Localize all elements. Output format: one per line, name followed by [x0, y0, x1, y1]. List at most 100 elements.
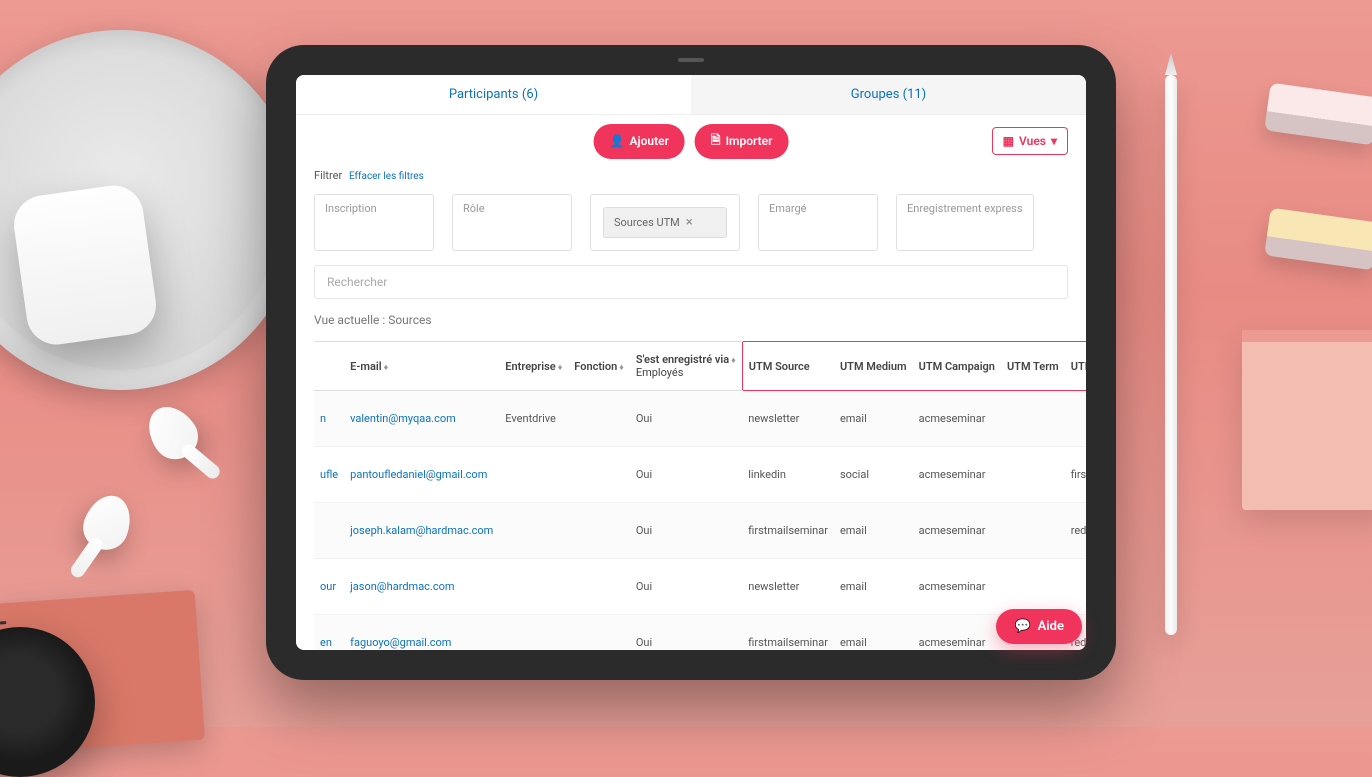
grid-icon: ▦ — [1003, 134, 1014, 148]
eraser-yellow — [1264, 208, 1372, 271]
cell-via: Oui — [630, 503, 742, 559]
email-link[interactable]: valentin@myqaa.com — [350, 412, 456, 425]
cell-utm-content: firstpost — [1065, 447, 1086, 503]
close-icon[interactable]: × — [686, 215, 693, 230]
chip-emarge[interactable]: Emargé — [758, 194, 878, 251]
user-plus-icon: 👤 — [610, 134, 625, 148]
cell-email: faguoyo@gmail.com — [344, 615, 499, 651]
chip-express[interactable]: Enregistrement express — [896, 194, 1034, 251]
col-utm-medium[interactable]: UTM Medium — [834, 342, 913, 391]
cell-utm-term — [1001, 559, 1065, 615]
col-utm-campaign[interactable]: UTM Campaign — [913, 342, 1001, 391]
table-row[interactable]: ourjason@hardmac.comOuinewsletteremailac… — [314, 559, 1086, 615]
row-prefix: our — [314, 559, 344, 615]
participants-table: E-mail♦ Entreprise♦ Fonction♦ S'est enre… — [314, 341, 1086, 650]
cell-email: valentin@myqaa.com — [344, 391, 499, 447]
sort-icon: ♦ — [384, 363, 389, 373]
chip-sources-utm-label: Sources UTM — [614, 216, 680, 229]
cell-utm-content — [1065, 559, 1086, 615]
col-entreprise[interactable]: Entreprise♦ — [499, 342, 568, 391]
sort-icon: ♦ — [619, 363, 624, 373]
cell-fonction — [568, 503, 630, 559]
cell-utm-source: firstmailseminar — [742, 615, 834, 651]
cell-entreprise: Eventdrive — [499, 391, 568, 447]
cell-email: pantoufledaniel@gmail.com — [344, 447, 499, 503]
cell-utm-source: linkedin — [742, 447, 834, 503]
row-prefix: en — [314, 615, 344, 651]
col-registered-via[interactable]: S'est enregistré via♦Employés — [630, 342, 742, 391]
table-row[interactable]: joseph.kalam@hardmac.com Ouifirstmailsemi… — [314, 503, 1086, 559]
airpod-right — [77, 489, 138, 556]
cell-entreprise — [499, 503, 568, 559]
col-utm-content[interactable]: UTM Content — [1065, 342, 1086, 391]
row-prefix: n — [314, 391, 344, 447]
import-button[interactable]: 🗎 Importer — [695, 124, 789, 159]
cell-via: Oui — [630, 447, 742, 503]
current-view-name: Sources — [388, 313, 431, 327]
toolbar: 👤 Ajouter 🗎 Importer ▦ Vues ▾ — [296, 115, 1086, 167]
cell-via: Oui — [630, 559, 742, 615]
cell-entreprise — [499, 615, 568, 651]
chip-inscription[interactable]: Inscription — [314, 194, 434, 251]
cell-utm-content — [1065, 391, 1086, 447]
current-view: Vue actuelle : Sources — [296, 303, 1086, 341]
cell-utm-term — [1001, 391, 1065, 447]
cell-utm-medium: email — [834, 503, 913, 559]
chip-sources-wrap: Sources UTM × — [590, 194, 740, 251]
cell-via: Oui — [630, 391, 742, 447]
file-icon: 🗎 — [711, 131, 721, 152]
col-email[interactable]: E-mail♦ — [344, 342, 499, 391]
filter-label: Filtrer — [314, 169, 342, 182]
eraser-pink — [1264, 83, 1372, 146]
help-label: Aide — [1038, 619, 1064, 634]
cell-utm-medium: email — [834, 559, 913, 615]
cell-utm-source: newsletter — [742, 559, 834, 615]
cell-email: jason@hardmac.com — [344, 559, 499, 615]
cell-fonction — [568, 615, 630, 651]
filter-row: Filtrer Effacer les filtres — [296, 167, 1086, 190]
cell-utm-medium: email — [834, 391, 913, 447]
chat-icon: 💬 — [1014, 619, 1030, 634]
cell-utm-medium: social — [834, 447, 913, 503]
cell-utm-campaign: acmeseminar — [913, 503, 1001, 559]
row-prefix: ufle — [314, 447, 344, 503]
airpods-case — [10, 182, 160, 349]
add-button[interactable]: 👤 Ajouter — [594, 124, 685, 159]
cell-entreprise — [499, 447, 568, 503]
sticky-notes — [1242, 330, 1372, 510]
cell-utm-medium: email — [834, 615, 913, 651]
cell-fonction — [568, 447, 630, 503]
import-button-label: Importer — [726, 134, 773, 148]
table-row[interactable]: n valentin@myqaa.com Eventdrive Ouinewslett… — [314, 391, 1086, 447]
col-fonction[interactable]: Fonction♦ — [568, 342, 630, 391]
stylus — [1165, 75, 1177, 635]
col-utm-term[interactable]: UTM Term — [1001, 342, 1065, 391]
search-input[interactable]: Rechercher — [314, 265, 1068, 299]
current-view-prefix: Vue actuelle : — [314, 313, 388, 327]
tab-groups[interactable]: Groupes (11) — [691, 75, 1086, 114]
cell-utm-source: newsletter — [742, 391, 834, 447]
cell-utm-source: firstmailseminar — [742, 503, 834, 559]
email-link[interactable]: faguoyo@gmail.com — [350, 636, 451, 649]
email-link[interactable]: jason@hardmac.com — [350, 580, 454, 593]
views-button-label: Vues — [1019, 134, 1046, 148]
clear-filters-link[interactable]: Effacer les filtres — [349, 171, 424, 182]
chip-sources-utm[interactable]: Sources UTM × — [603, 207, 727, 238]
tablet-speaker — [678, 58, 704, 62]
table-row[interactable]: ufle pantoufledaniel@gmail.com Ouilinkedin… — [314, 447, 1086, 503]
table-wrap[interactable]: E-mail♦ Entreprise♦ Fonction♦ S'est enre… — [296, 341, 1086, 650]
cell-email: joseph.kalam@hardmac.com — [344, 503, 499, 559]
cell-utm-campaign: acmeseminar — [913, 391, 1001, 447]
help-button[interactable]: 💬 Aide — [996, 609, 1082, 644]
email-link[interactable]: joseph.kalam@hardmac.com — [350, 524, 493, 537]
tab-participants[interactable]: Participants (6) — [296, 75, 691, 114]
chip-role[interactable]: Rôle — [452, 194, 572, 251]
cell-entreprise — [499, 559, 568, 615]
cell-via: Oui — [630, 615, 742, 651]
chevron-down-icon: ▾ — [1051, 134, 1057, 148]
email-link[interactable]: pantoufledaniel@gmail.com — [350, 468, 487, 481]
views-button[interactable]: ▦ Vues ▾ — [992, 127, 1068, 155]
table-row[interactable]: en faguoyo@gmail.com Ouifirstmailseminarem… — [314, 615, 1086, 651]
cell-fonction — [568, 559, 630, 615]
col-utm-source[interactable]: UTM Source — [742, 342, 834, 391]
